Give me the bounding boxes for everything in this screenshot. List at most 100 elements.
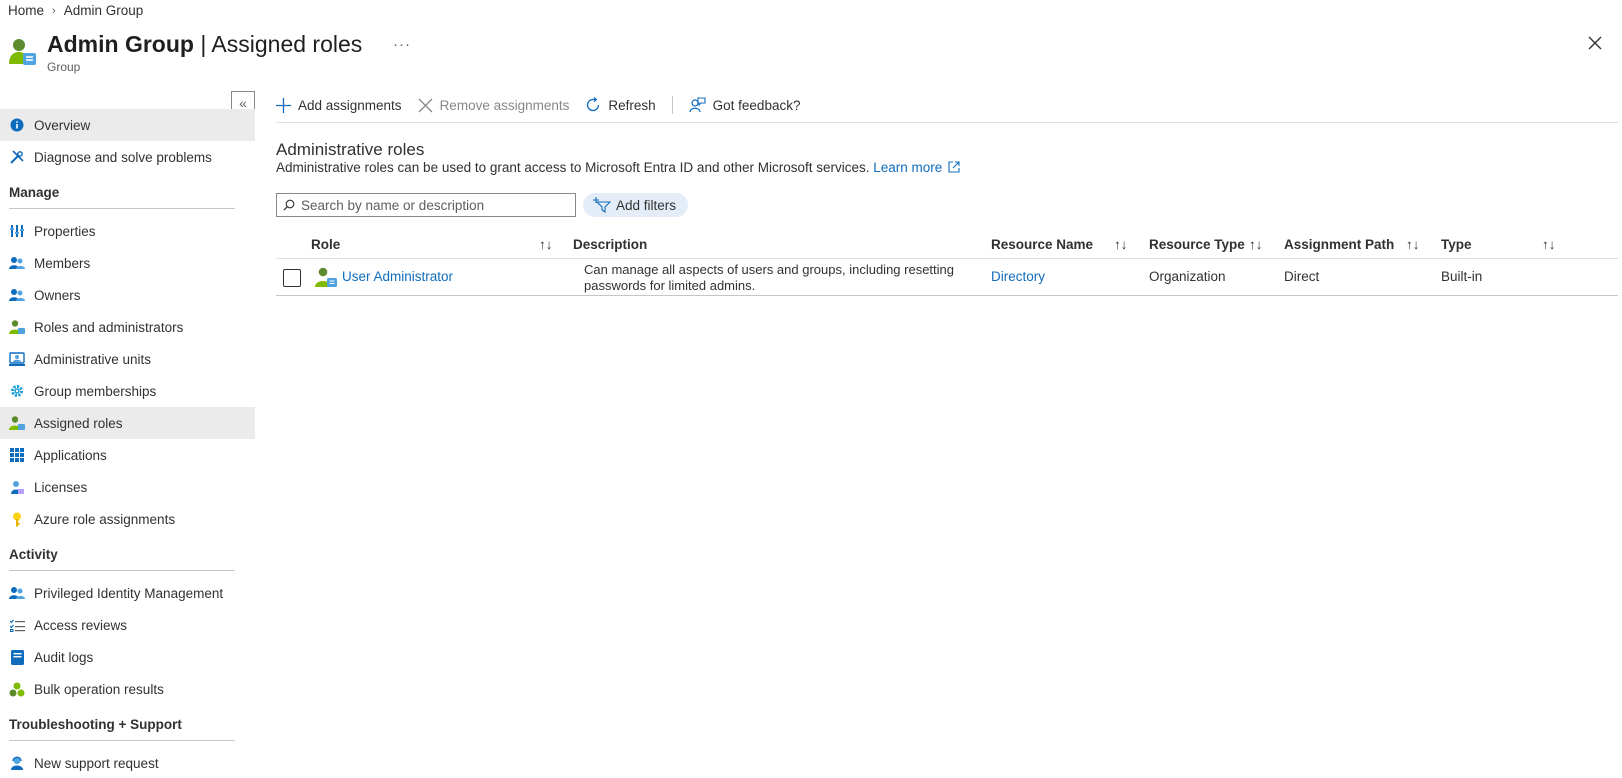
learn-more-label: Learn more: [873, 160, 943, 175]
role-description: Can manage all aspects of users and grou…: [584, 262, 954, 293]
feedback-label: Got feedback?: [712, 97, 801, 113]
add-filters-button[interactable]: Add filters: [583, 193, 689, 217]
add-assignments-button[interactable]: Add assignments: [276, 97, 402, 113]
sort-icon[interactable]: ↑↓: [1542, 237, 1556, 252]
assignment-path-cell: Direct: [1284, 269, 1320, 284]
breadcrumb-home-link[interactable]: Home: [8, 3, 44, 18]
column-header-resource-name[interactable]: Resource Name: [991, 237, 1093, 252]
plus-icon: [276, 97, 291, 113]
add-assignments-label: Add assignments: [298, 97, 402, 113]
search-icon: [283, 199, 295, 211]
sidebar-item-label: Properties: [34, 223, 96, 239]
sidebar-item-label: Members: [34, 255, 91, 271]
sidebar-item-members[interactable]: Members: [0, 247, 255, 279]
sidebar-item-audit-logs[interactable]: Audit logs: [0, 641, 255, 673]
sidebar-item-label: Access reviews: [34, 617, 128, 633]
sidebar-item-azure-role-assignments[interactable]: Azure role assignments: [0, 503, 255, 535]
page-header: Admin Group | Assigned roles Group: [8, 30, 362, 74]
sidebar-item-label: Group memberships: [34, 383, 157, 399]
search-input[interactable]: [301, 197, 571, 213]
sidebar-item-label: Azure role assignments: [34, 511, 176, 527]
remove-assignments-label: Remove assignments: [439, 97, 570, 113]
sort-icon[interactable]: ↑↓: [539, 237, 553, 252]
sidebar-item-new-support-request[interactable]: New support request: [0, 747, 255, 778]
log-icon: [9, 649, 25, 665]
admin-units-icon: [9, 351, 25, 367]
sidebar-item-diagnose[interactable]: Diagnose and solve problems: [0, 141, 255, 173]
sidebar-item-properties[interactable]: Properties: [0, 215, 255, 247]
roles-icon: [9, 319, 25, 335]
support-icon: [9, 755, 25, 771]
sort-icon[interactable]: ↑↓: [1249, 237, 1263, 252]
sidebar-item-privileged-identity-management[interactable]: Privileged Identity Management: [0, 577, 255, 609]
sidebar-item-label: Audit logs: [34, 649, 94, 665]
checklist-icon: [9, 617, 25, 633]
sort-icon[interactable]: ↑↓: [1114, 237, 1128, 252]
sidebar: Overview Diagnose and solve problems Man…: [0, 109, 255, 778]
feedback-icon: [689, 97, 706, 113]
sidebar-item-administrative-units[interactable]: Administrative units: [0, 343, 255, 375]
column-header-description[interactable]: Description: [573, 237, 647, 252]
toolbar-divider: [276, 122, 1618, 123]
column-header-resource-type[interactable]: Resource Type: [1149, 237, 1245, 252]
page-title: Admin Group | Assigned roles: [47, 30, 362, 58]
sidebar-item-label: Licenses: [34, 479, 88, 495]
sidebar-item-overview[interactable]: Overview: [0, 109, 255, 141]
close-icon[interactable]: [1586, 34, 1604, 52]
section-divider: [9, 570, 235, 571]
breadcrumb: Home › Admin Group: [8, 3, 143, 18]
breadcrumb-separator: ›: [52, 4, 56, 17]
breadcrumb-admin-group-link[interactable]: Admin Group: [64, 3, 144, 18]
page-subtitle: Group: [47, 60, 81, 74]
role-icon: [315, 267, 337, 287]
sidebar-item-label: Bulk operation results: [34, 681, 164, 697]
sidebar-item-owners[interactable]: Owners: [0, 279, 255, 311]
info-icon: [9, 117, 25, 133]
refresh-icon: [587, 97, 600, 112]
sort-icon[interactable]: ↑↓: [1406, 237, 1420, 252]
column-header-type[interactable]: Type: [1441, 237, 1472, 252]
refresh-button[interactable]: Refresh: [585, 97, 656, 113]
section-title: Administrative roles: [276, 140, 425, 159]
sidebar-section-troubleshooting: Troubleshooting + Support: [9, 717, 182, 732]
section-divider: [9, 740, 235, 741]
sidebar-item-access-reviews[interactable]: Access reviews: [0, 609, 255, 641]
key-icon: [9, 511, 25, 527]
sidebar-item-label: Diagnose and solve problems: [34, 149, 212, 165]
sidebar-item-label: Administrative units: [34, 351, 152, 367]
column-header-assignment-path[interactable]: Assignment Path: [1284, 237, 1394, 252]
sidebar-item-label: Privileged Identity Management: [34, 585, 224, 601]
owners-icon: [9, 287, 25, 303]
sidebar-item-label: Assigned roles: [34, 415, 123, 431]
column-header-role[interactable]: Role: [311, 237, 340, 252]
group-icon: [9, 39, 36, 65]
page-title-blade: | Assigned roles: [193, 31, 363, 57]
section-divider: [9, 208, 235, 209]
wrench-icon: [9, 149, 25, 165]
sidebar-item-label: New support request: [34, 755, 159, 771]
resource-type-cell: Organization: [1149, 269, 1226, 284]
members-icon: [9, 585, 25, 601]
command-bar: Add assignments Remove assignments Refre…: [276, 92, 816, 118]
role-link-user-administrator[interactable]: User Administrator: [342, 269, 453, 284]
gear-icon: [9, 383, 25, 399]
sidebar-item-bulk-operation-results[interactable]: Bulk operation results: [0, 673, 255, 705]
sidebar-item-applications[interactable]: Applications: [0, 439, 255, 471]
page-title-group: Admin Group: [47, 31, 194, 57]
learn-more-link[interactable]: Learn more: [873, 160, 960, 175]
table-header: Role ↑↓ Description Resource Name ↑↓ Res…: [276, 230, 1618, 259]
resource-name-link[interactable]: Directory: [991, 269, 1045, 284]
roles-icon: [9, 415, 25, 431]
sidebar-item-group-memberships[interactable]: Group memberships: [0, 375, 255, 407]
row-select-checkbox[interactable]: [283, 269, 301, 287]
more-options-button[interactable]: ···: [393, 36, 411, 53]
roles-table: Role ↑↓ Description Resource Name ↑↓ Res…: [276, 230, 1618, 296]
filter-icon: [593, 197, 611, 213]
external-link-icon: [948, 161, 960, 173]
sidebar-item-roles-and-administrators[interactable]: Roles and administrators: [0, 311, 255, 343]
remove-assignments-button[interactable]: Remove assignments: [418, 97, 570, 113]
sidebar-item-licenses[interactable]: Licenses: [0, 471, 255, 503]
sidebar-item-assigned-roles[interactable]: Assigned roles: [0, 407, 255, 439]
feedback-button[interactable]: Got feedback?: [689, 97, 801, 113]
members-icon: [9, 255, 25, 271]
